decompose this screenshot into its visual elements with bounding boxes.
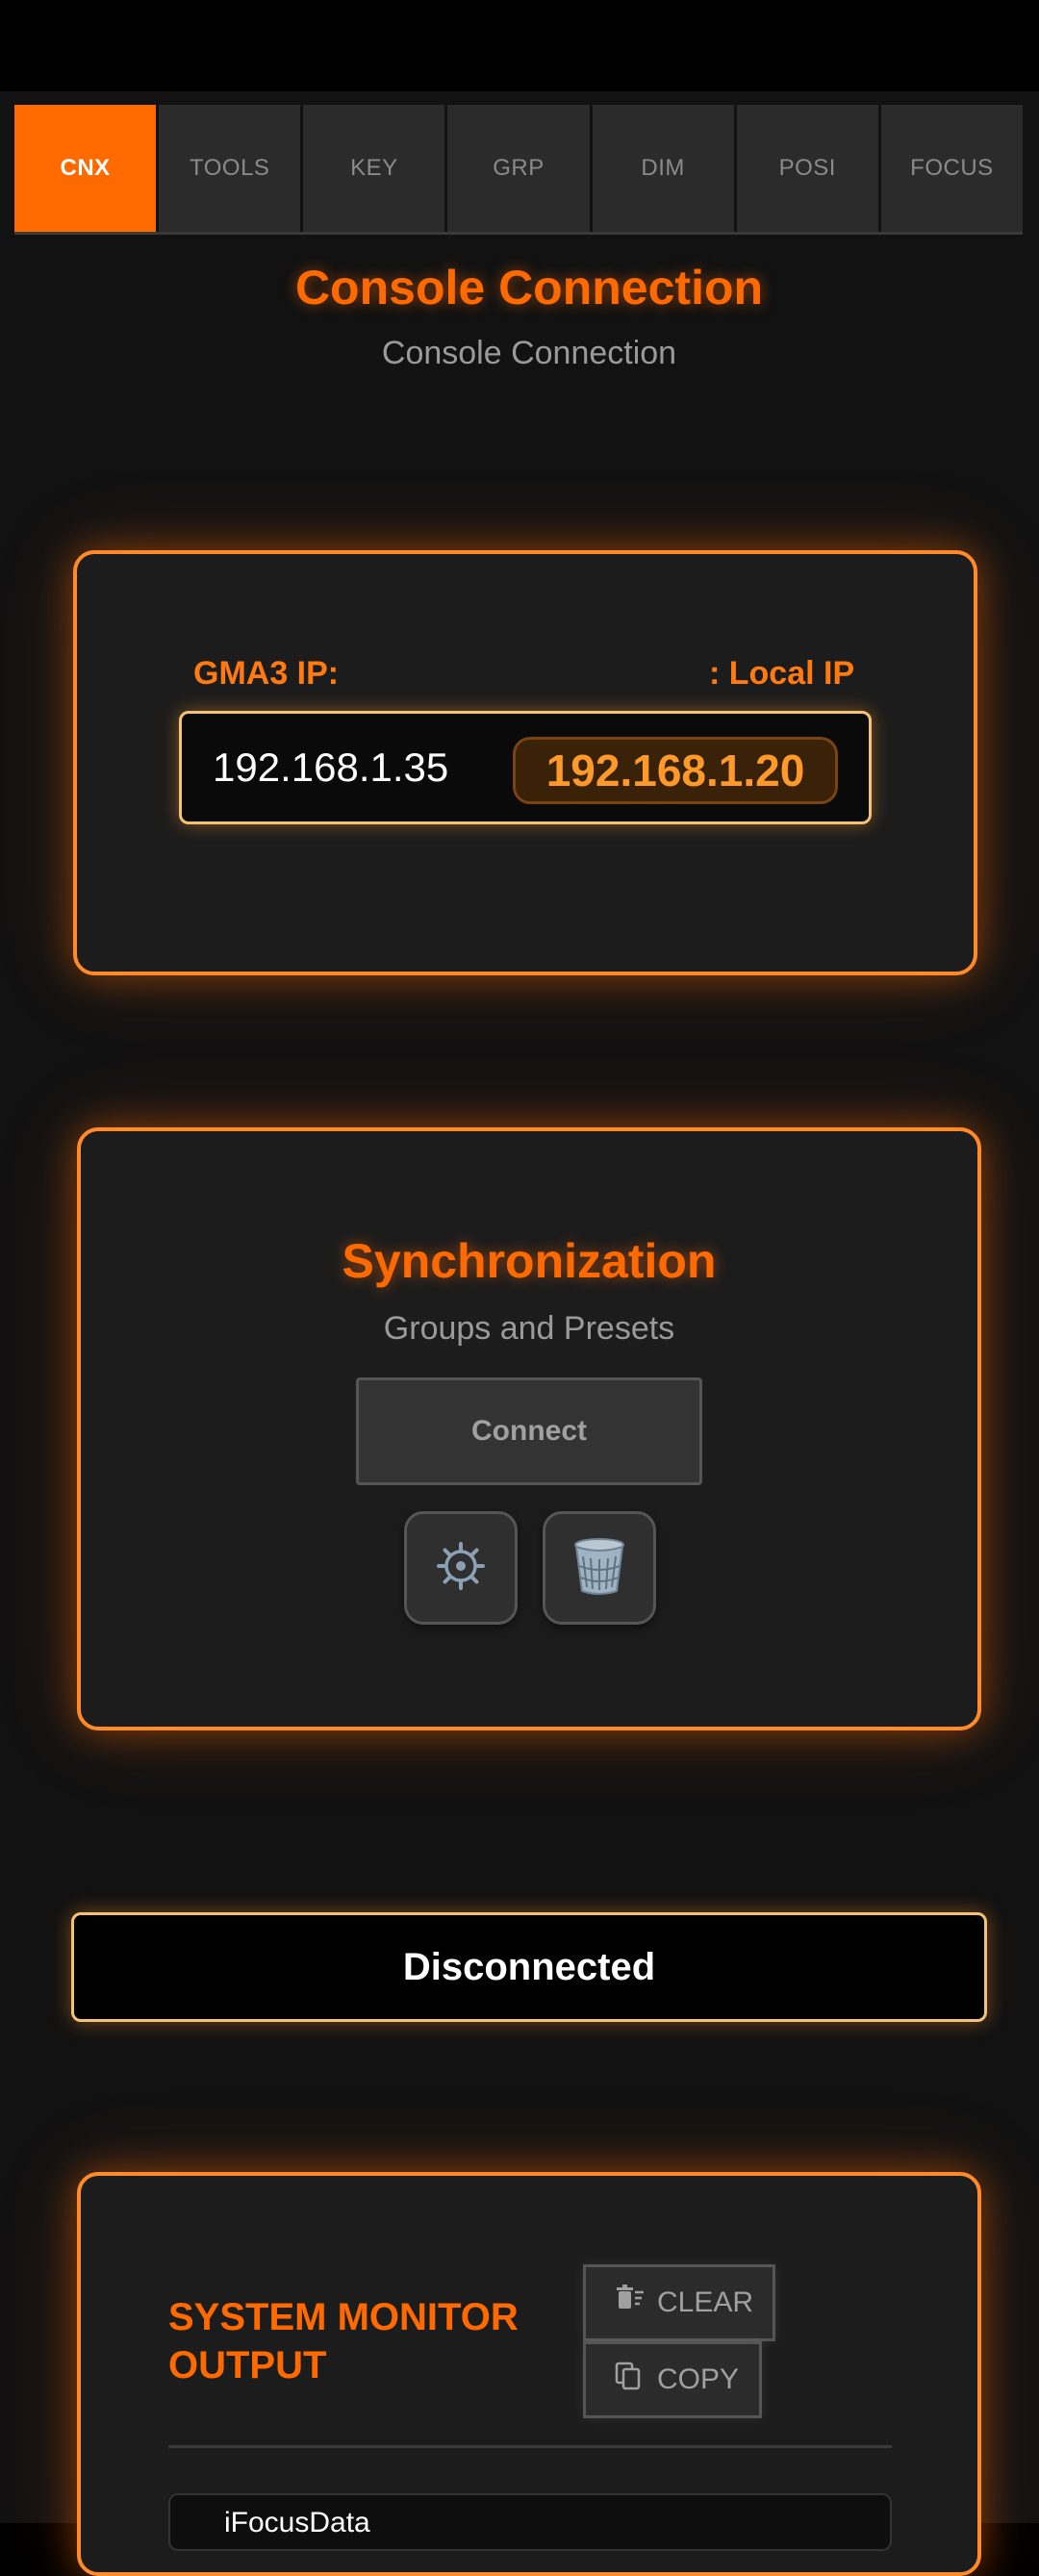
tab-key[interactable]: KEY xyxy=(303,105,445,232)
clear-button[interactable]: CLEAR xyxy=(583,2264,775,2341)
sync-subtitle: Groups and Presets xyxy=(383,1310,675,1347)
tab-bar: CNX TOOLS KEY GRP DIM POSI FOCUS xyxy=(14,105,1023,235)
local-ip-label: : Local IP xyxy=(709,655,855,692)
log-line: iFocusData xyxy=(224,2507,370,2538)
tab-dim[interactable]: DIM xyxy=(592,105,734,232)
connect-button[interactable]: Connect xyxy=(356,1377,702,1485)
tab-focus[interactable]: FOCUS xyxy=(880,105,1023,232)
gear-icon xyxy=(435,1540,487,1597)
copy-button[interactable]: COPY xyxy=(583,2341,762,2418)
sync-title: Synchronization xyxy=(342,1234,717,1288)
clear-label: CLEAR xyxy=(657,2286,754,2318)
ip-display: 192.168.1.35 192.168.1.20 xyxy=(179,711,872,824)
monitor-divider xyxy=(168,2445,892,2448)
monitor-output[interactable]: iFocusData xyxy=(168,2493,892,2551)
status-bar-area xyxy=(0,0,1039,91)
tab-posi[interactable]: POSI xyxy=(736,105,878,232)
tab-grp[interactable]: GRP xyxy=(447,105,590,232)
tab-tools[interactable]: TOOLS xyxy=(159,105,301,232)
tab-cnx[interactable]: CNX xyxy=(14,105,157,232)
trash-icon xyxy=(571,1535,627,1602)
page-title: Console Connection xyxy=(294,261,764,315)
copy-icon xyxy=(613,2360,646,2400)
clear-icon xyxy=(613,2283,646,2323)
connection-status: Disconnected xyxy=(71,1912,987,2022)
gma3-ip-input[interactable]: 192.168.1.35 xyxy=(213,714,448,821)
local-ip-badge: 192.168.1.20 xyxy=(513,737,838,804)
delete-button[interactable] xyxy=(543,1511,656,1625)
monitor-title: SYSTEM MONITOR OUTPUT xyxy=(168,2296,519,2387)
page-subtitle: Console Connection xyxy=(381,335,677,371)
gma3-ip-label: GMA3 IP: xyxy=(193,655,340,692)
settings-button[interactable] xyxy=(404,1511,518,1625)
copy-label: COPY xyxy=(657,2363,740,2395)
